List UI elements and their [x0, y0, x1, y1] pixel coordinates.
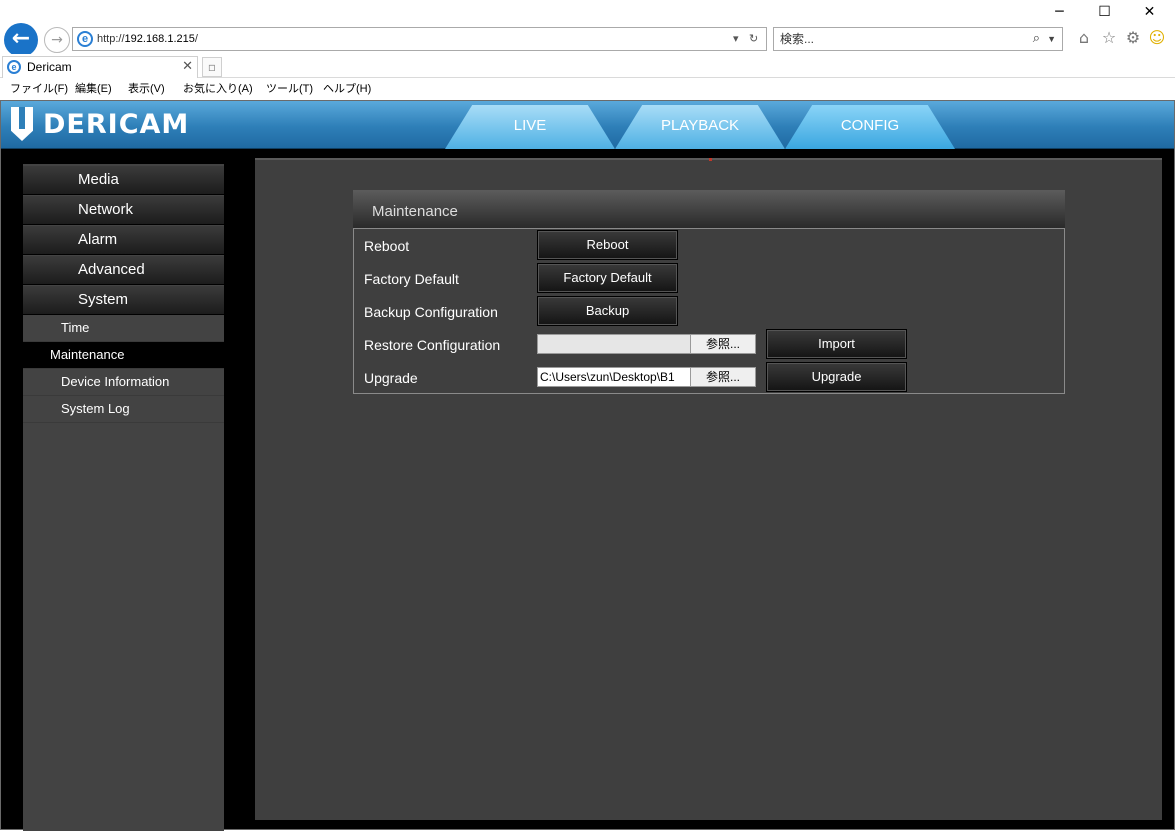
reboot-label: Reboot	[364, 238, 410, 254]
browser-tab-row: e Dericam ✕ ▫	[0, 54, 1175, 78]
sidebar-sub-maintenance[interactable]: Maintenance	[23, 342, 224, 369]
upgrade-browse-button[interactable]: 参照...	[690, 367, 756, 387]
restore-configuration-label: Restore Configuration	[364, 337, 501, 353]
app-header: DERICAM LIVE PLAYBACK CONFIG	[1, 101, 1174, 149]
sidebar-label: Media	[78, 171, 119, 188]
tab-title: Dericam	[27, 60, 72, 74]
sidebar-label: System	[78, 291, 129, 308]
menu-file[interactable]: ファイル(F)	[10, 78, 68, 100]
sidebar-item-media[interactable]: Media	[23, 166, 224, 195]
import-button[interactable]: Import	[766, 329, 907, 359]
tab-playback[interactable]: PLAYBACK	[615, 105, 785, 149]
tab-ie-icon: e	[7, 60, 21, 74]
factory-default-label: Factory Default	[364, 271, 459, 287]
indicator-dot	[709, 158, 712, 161]
search-dropdown-icon[interactable]: ▼	[1047, 28, 1056, 50]
maximize-icon[interactable]: ☐	[1082, 2, 1127, 22]
sidebar-sub-label: Time	[61, 320, 90, 335]
url-host: 192.168.1.215	[124, 33, 195, 45]
favorites-star-icon[interactable]: ☆	[1099, 28, 1119, 48]
address-bar-row: ← → e http://192.168.1.215/ ▾ ↻ 検索... ⌕ …	[0, 22, 1175, 57]
dericam-app: DERICAM LIVE PLAYBACK CONFIG Media Netwo…	[0, 100, 1175, 831]
tab-playback-label: PLAYBACK	[660, 117, 740, 134]
restore-browse-button[interactable]: 参照...	[690, 334, 756, 354]
minimize-icon[interactable]: ─	[1037, 2, 1082, 22]
sidebar-sub-label: Device Information	[61, 374, 170, 389]
sidebar-item-alarm[interactable]: Alarm	[23, 226, 224, 255]
tab-config-label: CONFIG	[840, 117, 900, 134]
forward-arrow-icon[interactable]: →	[44, 27, 70, 53]
restore-file-field[interactable]	[537, 334, 691, 354]
tab-live[interactable]: LIVE	[445, 105, 615, 149]
close-window-icon[interactable]: ✕	[1127, 2, 1172, 22]
menu-edit[interactable]: 編集(E)	[75, 78, 112, 100]
sidebar-sub-device-information[interactable]: Device Information	[23, 369, 224, 396]
config-content: Maintenance Reboot Reboot Factory Defaul…	[255, 158, 1162, 820]
refresh-icon[interactable]: ↻	[749, 28, 758, 50]
feedback-smiley-icon[interactable]: ☺	[1147, 28, 1167, 48]
sidebar-label: Alarm	[78, 231, 118, 248]
tab-config[interactable]: CONFIG	[785, 105, 955, 149]
menu-help[interactable]: ヘルプ(H)	[323, 78, 371, 100]
sidebar-sub-time[interactable]: Time	[23, 315, 224, 342]
sidebar-sub-label: Maintenance	[50, 347, 125, 362]
url-dropdown-icon[interactable]: ▾	[733, 28, 739, 50]
window-titlebar: ─ ☐ ✕	[0, 0, 1175, 22]
upgrade-file-field[interactable]: C:\Users\zun\Desktop\B1	[537, 367, 691, 387]
sidebar-label: Network	[78, 201, 134, 218]
upgrade-label: Upgrade	[364, 370, 418, 386]
sidebar-item-advanced[interactable]: Advanced	[23, 256, 224, 285]
url-scheme: http://	[97, 33, 125, 45]
url-text[interactable]: http://192.168.1.215/	[97, 28, 198, 50]
new-tab-icon[interactable]: ▫	[202, 57, 222, 77]
sidebar-item-system[interactable]: System	[23, 286, 224, 315]
logo-text: DERICAM	[43, 109, 190, 140]
sidebar-label: Advanced	[78, 261, 145, 278]
maintenance-panel: Reboot Reboot Factory Default Factory De…	[353, 228, 1065, 394]
shield-logo-icon	[11, 107, 33, 141]
sidebar-item-network[interactable]: Network	[23, 196, 224, 225]
browser-menubar: ファイル(F) 編集(E) 表示(V) お気に入り(A) ツール(T) ヘルプ(…	[0, 78, 1175, 100]
address-bar[interactable]: e http://192.168.1.215/ ▾ ↻	[72, 27, 767, 51]
back-arrow-icon[interactable]: ←	[4, 23, 38, 57]
menu-favorites[interactable]: お気に入り(A)	[183, 78, 253, 100]
menu-view[interactable]: 表示(V)	[128, 78, 165, 100]
sidebar-sub-system-log[interactable]: System Log	[23, 396, 224, 423]
tab-close-icon[interactable]: ✕	[182, 57, 193, 77]
reboot-button[interactable]: Reboot	[537, 230, 678, 260]
search-input[interactable]: 検索... ⌕ ▼	[773, 27, 1063, 51]
upgrade-button[interactable]: Upgrade	[766, 362, 907, 392]
ie-page-icon: e	[77, 31, 93, 47]
config-sidebar: Media Network Alarm Advanced System Time…	[23, 164, 224, 831]
home-icon[interactable]: ⌂	[1074, 28, 1094, 48]
backup-button[interactable]: Backup	[537, 296, 678, 326]
maintenance-panel-header: Maintenance	[353, 190, 1065, 228]
sidebar-sub-label: System Log	[61, 401, 130, 416]
search-placeholder: 検索...	[780, 32, 815, 46]
search-icon[interactable]: ⌕	[1033, 28, 1040, 50]
browser-tab[interactable]: e Dericam ✕	[2, 56, 198, 78]
menu-tools[interactable]: ツール(T)	[266, 78, 313, 100]
backup-configuration-label: Backup Configuration	[364, 304, 498, 320]
tab-live-label: LIVE	[513, 117, 547, 134]
factory-default-button[interactable]: Factory Default	[537, 263, 678, 293]
settings-gear-icon[interactable]: ⚙	[1123, 28, 1143, 48]
panel-title: Maintenance	[372, 203, 458, 220]
url-path: /	[194, 33, 198, 45]
